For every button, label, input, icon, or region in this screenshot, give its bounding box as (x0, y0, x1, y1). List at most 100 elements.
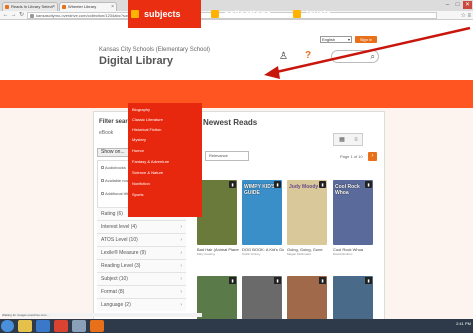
tab-favicon-icon (5, 5, 9, 9)
show-filter-select[interactable]: Show on... (97, 148, 129, 157)
checkbox-icon (101, 166, 104, 169)
browser-tab-active[interactable]: Wheeler Library × (59, 2, 117, 11)
tab-close-icon[interactable]: × (52, 3, 55, 11)
site-header (0, 20, 473, 80)
start-button[interactable] (1, 320, 14, 332)
chrome-icon[interactable] (54, 320, 68, 332)
view-toggle: ▦ ≡ (333, 133, 363, 146)
book-card[interactable]: Cool Rock Whoa ▮ Cool Rock Whoa David Di… (333, 180, 373, 256)
language-select[interactable]: English ▾ (320, 36, 352, 43)
filter-row-interest[interactable]: Interest level (4) › (97, 220, 186, 233)
grid-view-icon[interactable]: ▦ (336, 136, 348, 144)
library-title[interactable]: Digital Library (99, 55, 173, 67)
checkbox-icon (101, 192, 104, 195)
filter-row-language[interactable]: Language (2) › (97, 298, 186, 311)
list-view-icon[interactable]: ≡ (350, 136, 362, 144)
filter-row-label: Language (2) (101, 302, 131, 308)
nav-subjects-label: subjects (144, 9, 181, 19)
menu-item-fantasy[interactable]: Fantasy & Adventure (132, 159, 169, 164)
app-icon[interactable] (90, 320, 104, 332)
search-input[interactable]: ⌕ (331, 50, 379, 63)
ebook-filter-label: eBook (99, 130, 114, 136)
menu-item-sports[interactable]: Sports (132, 192, 144, 197)
filter-row-label: Interest level (4) (101, 224, 137, 230)
chevron-right-icon: › (180, 250, 182, 256)
subjects-dropdown-menu: Biography Classic Literature Historical … (128, 103, 202, 217)
book-author[interactable]: Kristin Kinney (242, 252, 284, 256)
sign-in-button[interactable]: Sign in (355, 36, 377, 43)
book-cover[interactable]: ▮ (287, 276, 327, 321)
file-explorer-icon[interactable] (18, 320, 32, 332)
system-clock: 2:41 PM (456, 321, 471, 326)
nav-levels-label: levels (306, 9, 332, 19)
page-info-icon (30, 14, 34, 18)
menu-item-biography[interactable]: Biography (132, 107, 150, 112)
browser-tab[interactable]: Reads In Library Select × (2, 2, 58, 11)
menu-item-humor[interactable]: Humor (132, 148, 144, 153)
maximize-button[interactable]: □ (453, 1, 462, 9)
menu-item-mystery[interactable]: Mystery (132, 137, 146, 142)
book-author[interactable]: Mary Keating (197, 252, 239, 256)
book-card[interactable]: WIMPY KID'S GUIDE ▮ DOG BOOK: A Kid's Gu… (242, 180, 284, 256)
browser-menu-icon[interactable]: ☆ ≡ (460, 12, 471, 19)
filter-row-label: Reading Level (3) (101, 263, 141, 269)
next-page-button[interactable]: › (368, 152, 377, 161)
chevron-right-icon: › (180, 263, 182, 269)
ebook-badge-icon: ▮ (274, 181, 281, 188)
chevron-right-icon: › (180, 302, 182, 308)
reload-icon[interactable]: ↻ (18, 12, 25, 19)
minimize-button[interactable]: – (443, 1, 452, 9)
book-cover[interactable] (197, 180, 237, 245)
tab-close-icon[interactable]: × (111, 3, 114, 11)
search-icon[interactable]: ⌕ (371, 52, 375, 62)
sort-select[interactable]: Relevance (205, 151, 249, 161)
filter-row-reading-level[interactable]: Reading Level (3) › (97, 259, 186, 272)
user-account-icon[interactable]: ♙ (279, 51, 288, 62)
close-window-button[interactable]: ✕ (463, 1, 472, 9)
book-card[interactable]: Judy Moody ▮ Going, Going, Gone Megan Mc… (287, 180, 327, 256)
filter-row-atos[interactable]: ATOS Level (10) › (97, 233, 186, 246)
filter-row-label: Format (8) (101, 289, 125, 295)
filter-row-subject[interactable]: Subject (10) › (97, 272, 186, 285)
back-icon[interactable]: ← (2, 12, 9, 19)
chevron-right-icon: › (180, 276, 182, 282)
book-cover[interactable]: WIMPY KID'S GUIDE (242, 180, 282, 245)
menu-item-nonfiction[interactable]: Nonfiction (132, 181, 150, 186)
chevron-down-icon: ▾ (347, 37, 350, 42)
collections-icon (211, 10, 219, 18)
newest-reads-heading: Newest Reads (203, 118, 258, 127)
nav-collections-label: collections (224, 9, 272, 19)
ebook-badge-icon: ▮ (365, 181, 372, 188)
book-cover[interactable]: ▮ (242, 276, 282, 321)
menu-item-historical-fiction[interactable]: Historical Fiction (132, 127, 161, 132)
filter-row-label: Rating (6) (101, 211, 123, 217)
book-cover[interactable]: ▮ (197, 276, 237, 321)
book-cover[interactable]: Judy Moody (287, 180, 327, 245)
nav-collections[interactable]: collections (208, 0, 278, 28)
menu-item-science[interactable]: Science & Nature (132, 170, 163, 175)
book-author[interactable]: David Dimitrov (333, 252, 375, 256)
help-icon[interactable]: ? (305, 50, 311, 61)
book-card[interactable]: ▮ Bad Hair (Animal Planet) Mary Keating (197, 180, 239, 256)
filter-checkbox[interactable]: Available now (101, 178, 130, 183)
filter-row-format[interactable]: Format (8) › (97, 285, 186, 298)
menu-item-classic-literature[interactable]: Classic Literature (132, 117, 163, 122)
book-author[interactable]: Megan McDonald (287, 252, 329, 256)
nav-levels[interactable]: levels (290, 0, 345, 28)
nav-subjects[interactable]: subjects (128, 0, 201, 28)
filter-row-label: ATOS Level (10) (101, 237, 138, 243)
filter-checkbox[interactable]: Audiobooks (101, 165, 126, 170)
filter-row-label: Lexile® Measure (9) (101, 250, 147, 256)
book-cover[interactable]: Cool Rock Whoa (333, 180, 373, 245)
book-cover[interactable]: ▮ (333, 276, 373, 321)
filter-row-lexile[interactable]: Lexile® Measure (9) › (97, 246, 186, 259)
ie-icon[interactable] (36, 320, 50, 332)
browser-status-text: Waiting for images.overdrive.com... (2, 313, 202, 317)
subjects-icon (131, 10, 139, 18)
app-icon[interactable] (72, 320, 86, 332)
chevron-right-icon: › (180, 224, 182, 230)
ebook-badge-icon: ▮ (274, 277, 281, 284)
forward-icon[interactable]: → (10, 12, 17, 19)
ebook-badge-icon: ▮ (365, 277, 372, 284)
filter-row-label: Subject (10) (101, 276, 128, 282)
